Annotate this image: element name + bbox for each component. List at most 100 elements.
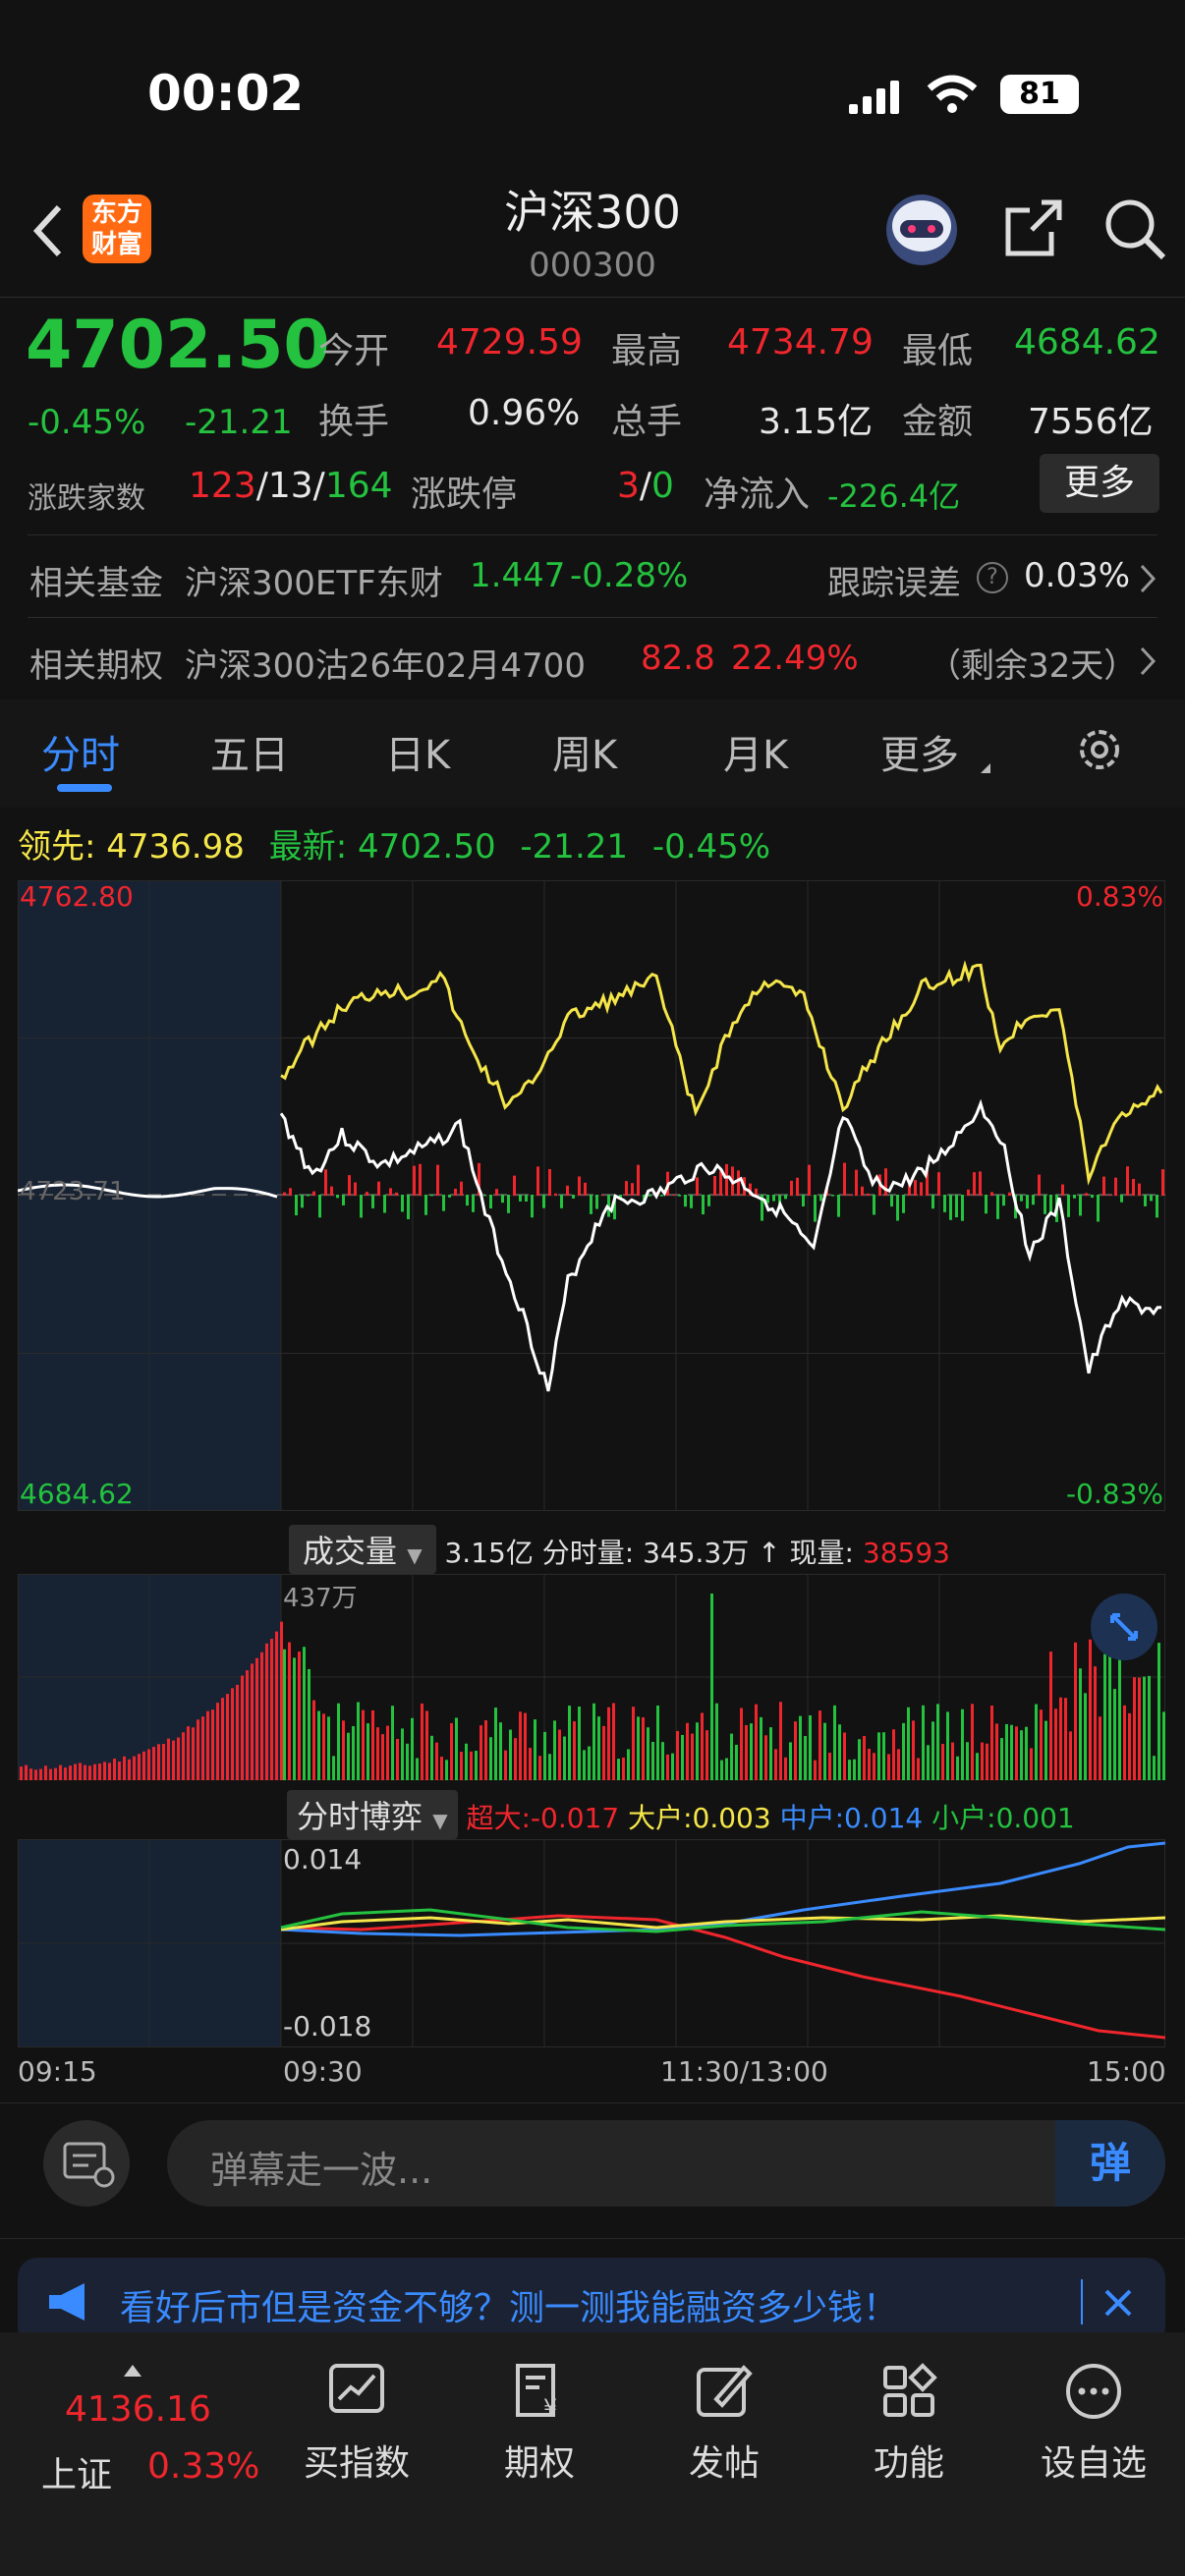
volume-bar	[764, 1735, 767, 1780]
volume-bar	[347, 1732, 350, 1780]
net-flow-bar	[448, 1195, 451, 1198]
volume-bar	[995, 1723, 998, 1780]
pre-volume-bar	[84, 1764, 86, 1780]
open-label: 今开	[318, 331, 390, 371]
index-value: 4136.16	[65, 2389, 211, 2430]
net-flow-bar	[1044, 1195, 1046, 1214]
volume-bar	[873, 1753, 875, 1780]
volume-bar	[288, 1642, 291, 1780]
nav-options[interactable]: ¥ 期权	[478, 2352, 601, 2499]
net-flow-bar	[1120, 1195, 1123, 1203]
net-flow-bar	[649, 1195, 651, 1197]
breadth-label: 涨跌家数	[28, 481, 145, 516]
chevron-right-icon[interactable]	[1138, 644, 1157, 678]
nav-label: 买指数	[303, 2443, 410, 2484]
high-label: 最高	[611, 331, 683, 371]
low-label: 最低	[902, 331, 974, 371]
net-flow-bar	[531, 1195, 534, 1218]
net-flow-bar	[1079, 1195, 1082, 1216]
volume-bar	[371, 1709, 374, 1780]
volume-bar	[553, 1720, 556, 1780]
battery-level: 81	[1019, 77, 1060, 111]
nav-add-watchlist[interactable]: 设自选	[1030, 2352, 1157, 2499]
volume-bar	[519, 1711, 522, 1780]
net-flow-bar	[985, 1195, 988, 1214]
volume-bar	[440, 1757, 443, 1780]
volume-bar	[1040, 1709, 1043, 1780]
volume-bar	[868, 1749, 871, 1780]
wifi-icon	[926, 73, 979, 116]
small-label: 小户:	[931, 1802, 996, 1834]
net-flow-bar	[513, 1175, 516, 1196]
pre-volume-bar	[93, 1764, 96, 1780]
danmu-send-button[interactable]: 弹	[1055, 2120, 1165, 2207]
net-flow-bar	[483, 1195, 486, 1197]
money-flow-selector[interactable]: 分时博弈 ▼	[287, 1790, 458, 1839]
volume-bar	[843, 1732, 846, 1780]
net-flow-bar	[1102, 1176, 1105, 1196]
volume-selector[interactable]: 成交量 ▼	[289, 1525, 436, 1574]
net-flow-bar	[890, 1195, 893, 1207]
net-flow-bar	[849, 1194, 852, 1196]
tick-direction: ↑	[758, 1537, 781, 1569]
volume-bar	[720, 1760, 723, 1780]
tab-five-day[interactable]: 五日	[210, 723, 289, 780]
time-axis-open: 09:30	[283, 2055, 363, 2088]
pre-volume-bar	[216, 1703, 219, 1780]
fund-name[interactable]: 沪深300ETF东财	[185, 556, 443, 604]
volume-bar	[558, 1729, 561, 1780]
chevron-right-icon[interactable]	[1138, 562, 1157, 595]
net-flow-bar	[990, 1192, 993, 1196]
tab-more[interactable]: 更多	[880, 723, 959, 780]
close-icon[interactable]	[1102, 2287, 1134, 2319]
volume-bar	[1074, 1642, 1077, 1780]
net-flow-bar	[1150, 1195, 1153, 1202]
nav-functions[interactable]: 功能	[847, 2352, 971, 2499]
volume-bar	[1113, 1689, 1116, 1780]
option-name[interactable]: 沪深300沽26年02月4700	[185, 639, 586, 687]
tab-intraday[interactable]: 分时	[41, 723, 120, 780]
net-flow-bar	[631, 1183, 634, 1196]
chart-line-icon	[327, 2362, 386, 2421]
more-button[interactable]: 更多	[1040, 454, 1159, 513]
volume-bar	[1059, 1697, 1062, 1780]
pre-volume-bar	[236, 1684, 239, 1780]
net-flow-bar	[973, 1172, 976, 1196]
nav-label: 功能	[873, 2443, 944, 2484]
tab-daily-k[interactable]: 日K	[385, 723, 450, 780]
net-flow-bar	[419, 1163, 422, 1196]
pre-volume-bar	[113, 1759, 116, 1780]
net-flow-bar	[466, 1195, 469, 1206]
volume-bar	[1143, 1676, 1146, 1780]
current-volume-label: 现量:	[789, 1537, 854, 1569]
net-flow-bar	[808, 1164, 811, 1196]
expand-icon[interactable]	[1091, 1594, 1157, 1660]
share-icon[interactable]	[1002, 196, 1065, 259]
robot-assistant-icon[interactable]	[880, 187, 963, 269]
large-value: 0.003	[692, 1802, 771, 1834]
volume-chart[interactable]: 437万	[18, 1574, 1165, 1780]
volume-bar	[322, 1713, 325, 1780]
volume-bar	[794, 1721, 797, 1780]
breadth-values: 123/13/164	[189, 466, 393, 506]
volume-bar	[789, 1742, 792, 1780]
latest-label: 最新:	[268, 827, 348, 867]
search-icon[interactable]	[1102, 196, 1167, 261]
danmu-input[interactable]: 弹幕走一波... 弹	[167, 2120, 1165, 2207]
index-ticker[interactable]: 4136.16 上证 0.33%	[28, 2352, 273, 2499]
money-flow-chart[interactable]: 0.014 -0.018	[18, 1839, 1165, 2047]
settings-gear-icon[interactable]	[1075, 725, 1124, 774]
tab-monthly-k[interactable]: 月K	[723, 723, 788, 780]
intraday-price-chart[interactable]: 4762.80 0.83% 4723.71 4684.62 -0.83%	[18, 880, 1165, 1511]
tab-weekly-k[interactable]: 周K	[552, 723, 617, 780]
super-label: 超大:	[466, 1802, 531, 1834]
help-icon[interactable]: ?	[977, 562, 1008, 593]
volume-bar	[504, 1750, 507, 1780]
nav-buy-index[interactable]: 买指数	[295, 2352, 419, 2499]
nav-post[interactable]: 发帖	[662, 2352, 786, 2499]
danmu-toggle-icon[interactable]	[43, 2120, 130, 2207]
time-axis-close: 15:00	[1087, 2055, 1166, 2088]
megaphone-icon	[45, 2281, 94, 2323]
volume-bar	[342, 1720, 345, 1780]
net-flow-bar	[590, 1195, 592, 1214]
